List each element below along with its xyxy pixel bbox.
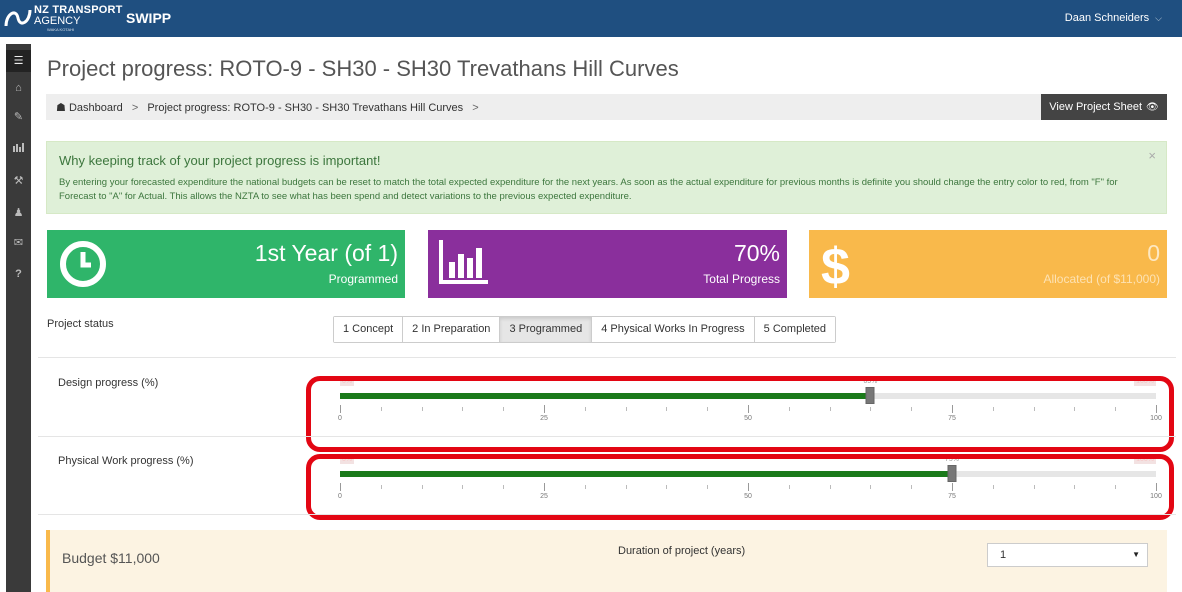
project-status-label: Project status xyxy=(47,318,114,330)
divider xyxy=(38,514,1176,515)
chevron-down-icon: ⌵ xyxy=(1155,13,1162,23)
bar-chart-icon xyxy=(439,240,488,284)
status-in-preparation-button[interactable]: 2 In Preparation xyxy=(402,317,500,342)
view-project-sheet-label: View Project Sheet xyxy=(1049,101,1143,113)
clock-icon xyxy=(60,241,106,287)
logo-text-line2: AGENCY xyxy=(34,15,81,27)
user-menu[interactable]: Daan Schneiders ⌵ xyxy=(1065,12,1162,24)
nzta-logo-mark-icon xyxy=(4,9,32,27)
home-icon[interactable]: ⌂ xyxy=(6,77,31,99)
status-programmed-button[interactable]: 3 Programmed xyxy=(499,317,592,342)
user-name: Daan Schneiders xyxy=(1064,12,1150,24)
bar-chart-icon[interactable] xyxy=(6,138,31,160)
programmed-value: 1st Year (of 1) xyxy=(254,240,398,266)
view-project-sheet-button[interactable]: View Project Sheet 👁 xyxy=(1041,94,1167,120)
design-progress-label: Design progress (%) xyxy=(58,377,159,389)
total-progress-tile: 70% Total Progress xyxy=(428,230,787,298)
allocated-tile: $ 0 Allocated (of $11,000) xyxy=(809,230,1167,298)
highlight-box xyxy=(306,376,1174,452)
dollar-icon: $ xyxy=(821,238,850,292)
status-completed-button[interactable]: 5 Completed xyxy=(753,317,836,342)
menu-toggle-icon[interactable]: ☰ xyxy=(6,50,31,72)
breadcrumb-separator: > xyxy=(472,102,479,114)
allocated-label: Allocated (of $11,000) xyxy=(1043,272,1160,286)
users-icon[interactable]: ♟ xyxy=(6,202,31,224)
allocated-value: 0 xyxy=(1147,240,1160,266)
programmed-label: Programmed xyxy=(328,272,398,286)
logo-text-line3: WAKA KOTAHI xyxy=(47,27,75,32)
programmed-tile: 1st Year (of 1) Programmed xyxy=(47,230,405,298)
alert-heading: Why keeping track of your project progre… xyxy=(59,153,381,168)
edit-icon[interactable]: ✎ xyxy=(6,106,31,128)
eye-icon: 👁 xyxy=(1146,102,1159,113)
caret-down-icon: ▼ xyxy=(1132,550,1140,559)
nzta-logo[interactable]: NZ TRANSPORT AGENCY WAKA KOTAHI xyxy=(4,3,122,35)
status-physical-works-button[interactable]: 4 Physical Works In Progress xyxy=(591,317,754,342)
info-alert: Why keeping track of your project progre… xyxy=(46,141,1167,214)
breadcrumb-dashboard-link[interactable]: Dashboard xyxy=(69,102,123,114)
help-icon[interactable]: ? xyxy=(6,263,31,285)
status-concept-button[interactable]: 1 Concept xyxy=(334,317,403,342)
divider xyxy=(38,357,1176,358)
budget-panel: Budget $11,000 Duration of project (year… xyxy=(46,530,1167,592)
physical-work-progress-label: Physical Work progress (%) xyxy=(58,455,194,467)
project-status-button-group: 1 Concept 2 In Preparation 3 Programmed … xyxy=(333,316,837,343)
alert-body: By entering your forecasted expenditure … xyxy=(59,177,1118,202)
svg-text:$: $ xyxy=(821,238,850,292)
gavel-icon[interactable]: ⚒ xyxy=(6,170,31,192)
divider xyxy=(38,436,1176,437)
breadcrumb-current: Project progress: ROTO-9 - SH30 - SH30 T… xyxy=(147,102,464,114)
duration-label: Duration of project (years) xyxy=(618,545,746,557)
duration-select-value: 1 xyxy=(1000,549,1007,561)
close-icon[interactable]: × xyxy=(1148,148,1156,163)
top-navbar: NZ TRANSPORT AGENCY WAKA KOTAHI SWIPP Da… xyxy=(0,0,1182,37)
breadcrumb: ☗ Dashboard > Project progress: ROTO-9 -… xyxy=(46,94,1041,120)
budget-title: Budget $11,000 xyxy=(62,550,160,566)
duration-select[interactable]: 1 ▼ xyxy=(987,543,1148,567)
left-sidebar: ☰ ⌂ ✎ ⚒ ♟ ✉ ? xyxy=(6,44,31,592)
envelope-icon[interactable]: ✉ xyxy=(6,232,31,254)
total-progress-value: 70% xyxy=(733,240,780,266)
highlight-box xyxy=(306,454,1174,520)
home-icon: ☗ xyxy=(56,102,66,114)
total-progress-label: Total Progress xyxy=(703,272,780,286)
breadcrumb-separator: > xyxy=(131,102,139,114)
page-title: Project progress: ROTO-9 - SH30 - SH30 T… xyxy=(47,56,679,81)
app-name[interactable]: SWIPP xyxy=(126,10,171,26)
